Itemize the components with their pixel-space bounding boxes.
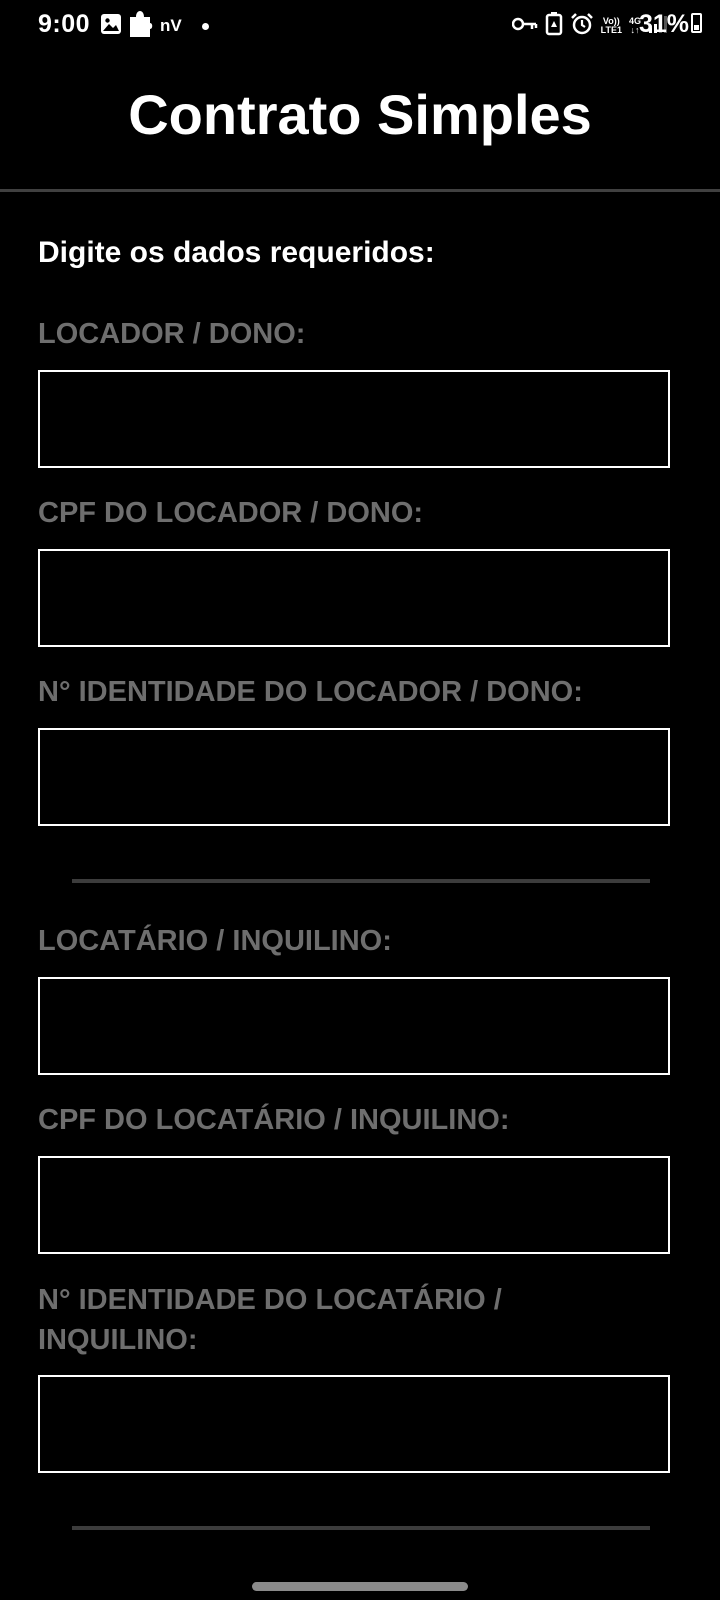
status-time: 9:00 bbox=[38, 10, 91, 38]
section-divider bbox=[72, 879, 650, 883]
section-divider bbox=[72, 1526, 650, 1530]
landlord-cpf-label: CPF DO LOCADOR / DONO: bbox=[38, 497, 424, 529]
tenant-id-label: N° IDENTIDADE DO LOCATÁRIO / INQUILINO: bbox=[38, 1284, 502, 1356]
battery-icon bbox=[691, 13, 702, 34]
landlord-id-input[interactable] bbox=[38, 728, 670, 826]
alarm-icon bbox=[570, 12, 594, 41]
carrier-label: nV bbox=[160, 16, 182, 35]
app-bar: Contrato Simples bbox=[0, 56, 720, 188]
image-icon bbox=[100, 13, 122, 40]
tenant-name-input[interactable] bbox=[38, 977, 670, 1075]
lte-label: LTE1 bbox=[600, 25, 622, 35]
landlord-name-input[interactable] bbox=[38, 370, 670, 468]
tenant-cpf-label: CPF DO LOCATÁRIO / INQUILINO: bbox=[38, 1104, 510, 1136]
status-bar: 9:00 nV Vo)) LTE1 4G ↓↑ 31% bbox=[0, 0, 720, 56]
page-title: Contrato Simples bbox=[128, 83, 592, 146]
app-bar-divider bbox=[0, 189, 720, 192]
battery-indicator: 31% bbox=[639, 10, 702, 39]
landlord-cpf-input[interactable] bbox=[38, 549, 670, 647]
status-left-icons: nV bbox=[100, 10, 209, 40]
form-instructions: Digite os dados requeridos: bbox=[38, 236, 435, 269]
landlord-id-label: N° IDENTIDADE DO LOCADOR / DONO: bbox=[38, 676, 583, 708]
volte-indicator: Vo)) LTE1 bbox=[601, 17, 622, 35]
tenant-name-label: LOCATÁRIO / INQUILINO: bbox=[38, 925, 392, 957]
key-icon bbox=[511, 16, 538, 37]
home-indicator[interactable] bbox=[252, 1582, 468, 1591]
landlord-name-label: LOCADOR / DONO: bbox=[38, 318, 306, 350]
tenant-id-input[interactable] bbox=[38, 1375, 670, 1473]
notification-dot bbox=[201, 22, 209, 30]
puzzle-icon bbox=[128, 9, 154, 44]
battery-saver-icon bbox=[545, 11, 563, 41]
battery-percent: 31% bbox=[638, 10, 689, 38]
tenant-cpf-input[interactable] bbox=[38, 1156, 670, 1254]
